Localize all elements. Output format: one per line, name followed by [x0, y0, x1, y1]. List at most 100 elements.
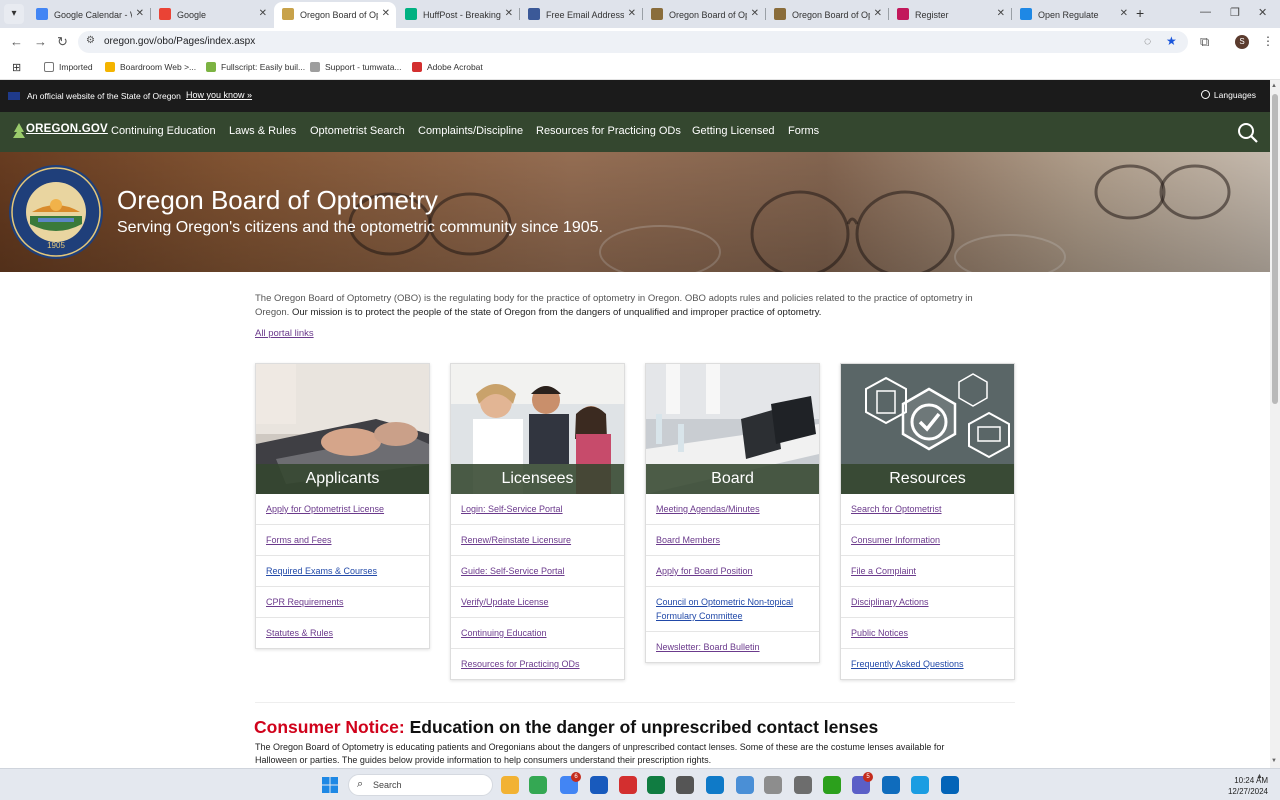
languages-button[interactable]: Languages	[1200, 90, 1256, 100]
address-url[interactable]: oregon.gov/obo/Pages/index.aspx	[104, 36, 255, 47]
search-icon[interactable]	[1236, 121, 1260, 145]
outlook-app-icon[interactable]	[941, 776, 959, 794]
card-link[interactable]: Apply for Board Position	[656, 566, 753, 576]
system-clock[interactable]: 10:24 AM 12/27/2024	[1228, 775, 1268, 797]
browser-tab[interactable]: Register ✕	[889, 2, 1011, 28]
card-link[interactable]: Council on Optometric Non-topical Formul…	[656, 597, 793, 621]
tab-close-icon[interactable]: ✕	[505, 8, 513, 19]
card-title[interactable]: Board	[646, 470, 819, 488]
outlook-new-app-icon[interactable]	[882, 776, 900, 794]
wordpad-app-icon[interactable]	[764, 776, 782, 794]
nav-link[interactable]: Laws & Rules	[229, 125, 296, 137]
word-app-icon[interactable]	[590, 776, 608, 794]
bookmark-item[interactable]: Boardroom Web >...	[105, 62, 196, 72]
photos-app-icon[interactable]	[706, 776, 724, 794]
card-link[interactable]: Renew/Reinstate Licensure	[461, 535, 571, 545]
close-window-button[interactable]: ✕	[1258, 6, 1267, 19]
all-portal-links-link[interactable]: All portal links	[255, 328, 314, 339]
card-image[interactable]: Licensees	[451, 364, 624, 494]
address-bar[interactable]: ⚙ oregon.gov/obo/Pages/index.aspx ◌ ★	[78, 31, 1188, 53]
excel-app-icon[interactable]	[647, 776, 665, 794]
tab-search-menu-button[interactable]: ▾	[4, 4, 24, 24]
card-link[interactable]: Resources for Practicing ODs	[461, 659, 580, 669]
card-link[interactable]: Continuing Education	[461, 628, 547, 638]
profile-avatar[interactable]: S	[1235, 35, 1249, 49]
extensions-icon[interactable]: ⧉	[1200, 34, 1209, 50]
card-link[interactable]: Required Exams & Courses	[266, 566, 377, 576]
browser-tab[interactable]: Oregon Board of Opt ✕	[274, 2, 396, 28]
card-image[interactable]: Board	[646, 364, 819, 494]
nav-link[interactable]: Optometrist Search	[310, 125, 405, 137]
browser-tab[interactable]: HuffPost - Breaking N ✕	[397, 2, 519, 28]
browser-tab[interactable]: Google ✕	[151, 2, 273, 28]
scroll-up-arrow-icon[interactable]: ▲	[1271, 83, 1277, 89]
browser-tab[interactable]: Oregon Board of Opt ✕	[766, 2, 888, 28]
bookmark-item[interactable]: Fullscript: Easily buil...	[206, 62, 305, 72]
card-link[interactable]: Consumer Information	[851, 535, 940, 545]
tab-close-icon[interactable]: ✕	[136, 8, 144, 19]
tab-close-icon[interactable]: ✕	[628, 8, 636, 19]
browser-menu-icon[interactable]: ⋮	[1262, 34, 1274, 48]
card-link[interactable]: Statutes & Rules	[266, 628, 333, 638]
card-link[interactable]: CPR Requirements	[266, 597, 344, 607]
card-link[interactable]: Apply for Optometrist License	[266, 504, 384, 514]
card-link[interactable]: Disciplinary Actions	[851, 597, 929, 607]
bookmark-item[interactable]: Imported	[44, 62, 93, 72]
card-link[interactable]: Meeting Agendas/Minutes	[656, 504, 760, 514]
tab-close-icon[interactable]: ✕	[259, 8, 267, 19]
card-title[interactable]: Applicants	[256, 470, 429, 488]
scroll-thumb[interactable]	[1272, 94, 1278, 404]
card-image[interactable]: Applicants	[256, 364, 429, 494]
nav-link[interactable]: Getting Licensed	[692, 125, 775, 137]
notepad-app-icon[interactable]	[736, 776, 754, 794]
apps-grid-icon[interactable]: ⊞	[12, 61, 21, 74]
nav-link[interactable]: Complaints/Discipline	[418, 125, 523, 137]
quickbooks-app-icon[interactable]	[823, 776, 841, 794]
card-link[interactable]: Verify/Update License	[461, 597, 549, 607]
scroll-down-arrow-icon[interactable]: ▼	[1271, 758, 1277, 764]
card-link[interactable]: Search for Optometrist	[851, 504, 942, 514]
edge-app-icon[interactable]	[911, 776, 929, 794]
windows-start-icon[interactable]	[322, 777, 338, 793]
forward-button[interactable]: →	[34, 34, 47, 49]
bookmark-item[interactable]: Support - tumwata...	[310, 62, 402, 72]
bookmark-item[interactable]: Adobe Acrobat	[412, 62, 483, 72]
calculator-app-icon[interactable]	[794, 776, 812, 794]
minimize-button[interactable]: —	[1200, 6, 1211, 18]
card-image[interactable]: Resources	[841, 364, 1014, 494]
page-scrollbar[interactable]: ▲ ▼	[1270, 80, 1280, 768]
card-link[interactable]: Frequently Asked Questions	[851, 659, 964, 669]
card-link[interactable]: Public Notices	[851, 628, 908, 638]
tab-close-icon[interactable]: ✕	[874, 8, 882, 19]
eye-off-icon[interactable]: ◌	[1144, 34, 1151, 48]
nav-link[interactable]: Resources for Practicing ODs	[536, 125, 681, 137]
card-title[interactable]: Licensees	[451, 470, 624, 488]
card-link[interactable]: File a Complaint	[851, 566, 916, 576]
tab-close-icon[interactable]: ✕	[382, 8, 390, 19]
nav-link[interactable]: Continuing Education	[111, 125, 216, 137]
chrome-app-icon[interactable]	[529, 776, 547, 794]
bookmark-star-icon[interactable]: ★	[1166, 34, 1177, 48]
back-button[interactable]: ←	[10, 34, 23, 49]
reload-button[interactable]: ↻	[57, 34, 68, 50]
restore-button[interactable]: ❐	[1230, 6, 1240, 19]
how-you-know-link[interactable]: How you know »	[186, 90, 252, 100]
card-link[interactable]: Guide: Self-Service Portal	[461, 566, 565, 576]
card-link[interactable]: Newsletter: Board Bulletin	[656, 642, 760, 652]
new-tab-button[interactable]: +	[1136, 5, 1144, 21]
nav-link[interactable]: Forms	[788, 125, 819, 137]
tab-close-icon[interactable]: ✕	[997, 8, 1005, 19]
file-explorer-app-icon[interactable]	[501, 776, 519, 794]
browser-tab[interactable]: Free Email Addresses ✕	[520, 2, 642, 28]
printer-app-icon[interactable]	[676, 776, 694, 794]
card-link[interactable]: Forms and Fees	[266, 535, 332, 545]
browser-tab[interactable]: Oregon Board of Opt ✕	[643, 2, 765, 28]
browser-tab[interactable]: Google Calendar - W ✕	[28, 2, 150, 28]
acrobat-app-icon[interactable]	[619, 776, 637, 794]
card-link[interactable]: Board Members	[656, 535, 720, 545]
card-title[interactable]: Resources	[841, 470, 1014, 488]
tab-close-icon[interactable]: ✕	[1120, 8, 1128, 19]
browser-tab[interactable]: Open Regulate ✕	[1012, 2, 1134, 28]
site-info-icon[interactable]: ⚙	[86, 35, 95, 46]
tab-close-icon[interactable]: ✕	[751, 8, 759, 19]
